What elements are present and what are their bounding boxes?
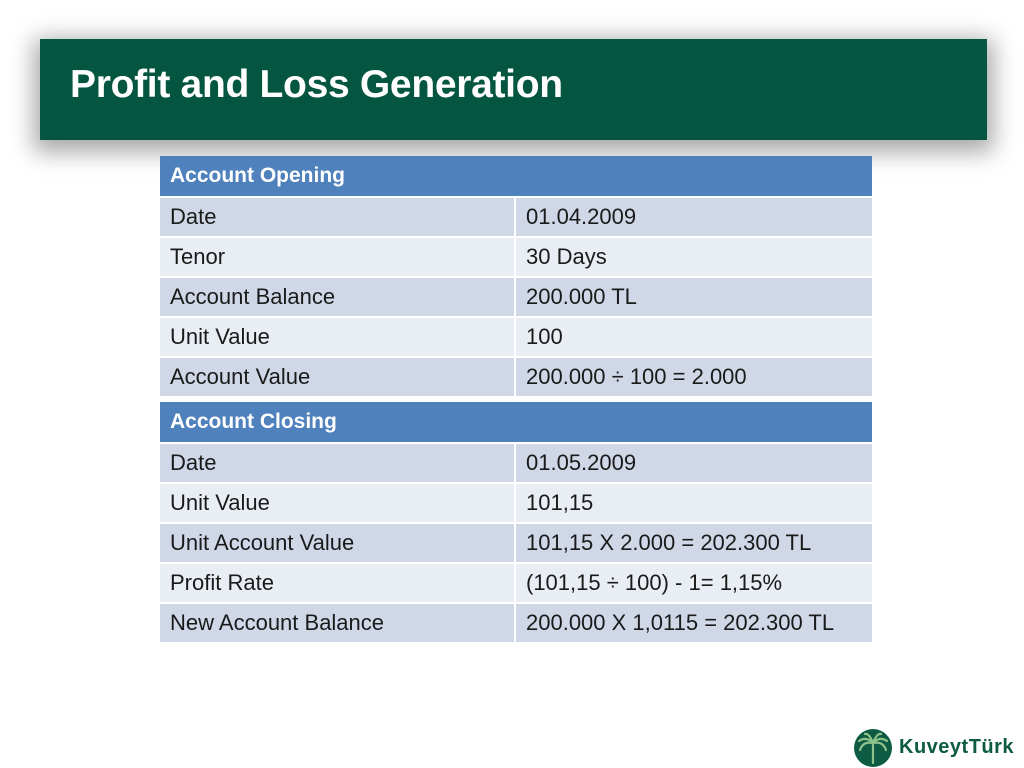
table-row: Account Value 200.000 ÷ 100 = 2.000	[160, 358, 872, 398]
row-label: Tenor	[160, 238, 516, 278]
row-value: 30 Days	[516, 238, 872, 278]
logo-wordmark: KuveytTürk	[899, 736, 1015, 758]
row-label: Account Value	[160, 358, 516, 398]
slide-title: Profit and Loss Generation	[70, 63, 563, 106]
row-value: 200.000 ÷ 100 = 2.000	[516, 358, 872, 398]
row-value: 100	[516, 318, 872, 358]
section-header-row: Account Closing	[160, 402, 872, 444]
table-row: New Account Balance 200.000 X 1,0115 = 2…	[160, 604, 872, 644]
kuveytturk-logo: KuveytTürk	[852, 727, 1024, 768]
profit-loss-table: Account Opening Date 01.04.2009 Tenor 30…	[160, 156, 872, 644]
row-label: Account Balance	[160, 278, 516, 318]
row-value: (101,15 ÷ 100) - 1= 1,15%	[516, 564, 872, 604]
row-value: 101,15	[516, 484, 872, 524]
table-row: Date 01.04.2009	[160, 198, 872, 238]
account-opening-header: Account Opening	[160, 156, 872, 198]
row-value: 200.000 X 1,0115 = 202.300 TL	[516, 604, 872, 644]
row-label: New Account Balance	[160, 604, 516, 644]
row-label: Unit Value	[160, 484, 516, 524]
row-label: Date	[160, 444, 516, 484]
row-label: Unit Value	[160, 318, 516, 358]
row-value: 101,15 X 2.000 = 202.300 TL	[516, 524, 872, 564]
table-row: Tenor 30 Days	[160, 238, 872, 278]
table-row: Date 01.05.2009	[160, 444, 872, 484]
table-row: Account Balance 200.000 TL	[160, 278, 872, 318]
row-label: Date	[160, 198, 516, 238]
table-row: Unit Account Value 101,15 X 2.000 = 202.…	[160, 524, 872, 564]
account-closing-header: Account Closing	[160, 402, 872, 444]
row-value: 01.04.2009	[516, 198, 872, 238]
table-row: Profit Rate (101,15 ÷ 100) - 1= 1,15%	[160, 564, 872, 604]
row-label: Unit Account Value	[160, 524, 516, 564]
row-label: Profit Rate	[160, 564, 516, 604]
row-value: 01.05.2009	[516, 444, 872, 484]
title-bar: Profit and Loss Generation	[40, 39, 987, 140]
row-value: 200.000 TL	[516, 278, 872, 318]
section-header-row: Account Opening	[160, 156, 872, 198]
table-row: Unit Value 101,15	[160, 484, 872, 524]
palm-tree-icon	[854, 729, 892, 767]
table-row: Unit Value 100	[160, 318, 872, 358]
